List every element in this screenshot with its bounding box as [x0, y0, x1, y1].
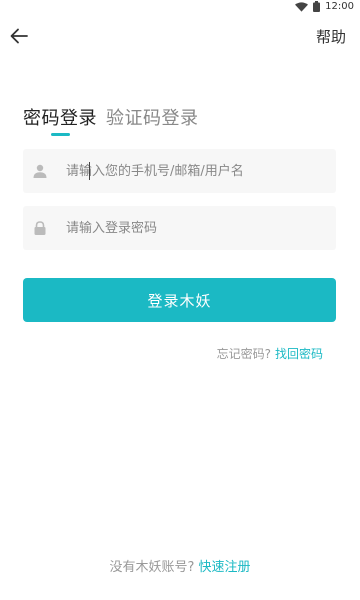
password-field[interactable]: [23, 206, 336, 250]
recover-password-link[interactable]: 找回密码: [275, 345, 323, 362]
forgot-password-row: 忘记密码? 找回密码: [217, 345, 323, 362]
login-tabs: 密码登录 验证码登录: [23, 104, 199, 130]
no-account-text: 没有木妖账号?: [109, 560, 195, 575]
tab-password-login[interactable]: 密码登录: [23, 104, 97, 130]
text-cursor: [89, 162, 90, 180]
quick-register-link[interactable]: 快速注册: [198, 560, 250, 575]
user-icon: [33, 164, 47, 178]
help-button[interactable]: 帮助: [316, 26, 346, 47]
username-field[interactable]: [23, 149, 336, 193]
battery-icon: [313, 1, 321, 12]
wifi-icon: [295, 1, 309, 12]
login-button[interactable]: 登录木妖: [23, 278, 336, 322]
lock-icon: [33, 221, 47, 235]
status-bar: 12:00: [0, 0, 360, 16]
tab-code-login[interactable]: 验证码登录: [106, 104, 199, 130]
register-row: 没有木妖账号? 快速注册: [0, 556, 360, 575]
username-input[interactable]: [66, 151, 326, 191]
password-input[interactable]: [66, 208, 326, 248]
forgot-password-text: 忘记密码?: [216, 347, 271, 361]
top-bar: 帮助: [0, 22, 360, 52]
status-icons: 12:00: [295, 1, 354, 12]
active-tab-indicator: [51, 133, 70, 136]
arrow-left-icon: [10, 28, 28, 44]
back-button[interactable]: [8, 24, 30, 48]
status-time: 12:00: [325, 1, 354, 12]
